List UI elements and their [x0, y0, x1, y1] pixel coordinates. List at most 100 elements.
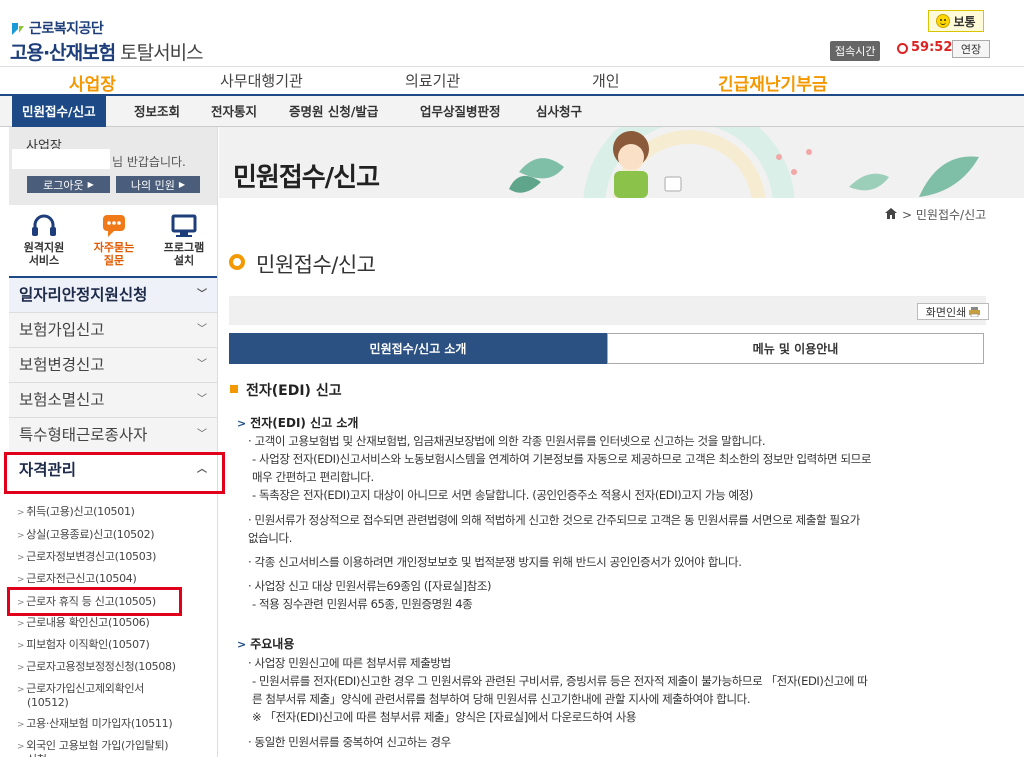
mood-label: 보통 — [953, 14, 976, 29]
paragraph-line: - 민원서류를 전자(EDI)신고한 경우 그 민원서류와 관련된 구비서류, … — [252, 674, 868, 688]
paragraph-line: · 민원서류가 정상적으로 접수되면 관련법령에 의해 적법하게 신고한 것으로… — [248, 513, 860, 527]
chevron-down-icon: ﹀ — [197, 429, 207, 440]
quick-program-install[interactable]: 프로그램 설치 — [152, 213, 216, 267]
site-title-bold: 고용·산재보험 — [10, 42, 116, 64]
lnb-sub-label: 상실(고용종료)신고(10502) — [26, 528, 155, 541]
subnav-certificate[interactable]: 증명원 신청/발급 — [279, 96, 388, 127]
bullet-icon: > — [17, 685, 25, 695]
lnb-sub-item[interactable]: > 고용·산재보험 미가입자(10511) — [17, 716, 173, 733]
paragraph-line: 른 첨부서류 제출」양식에 관련서류를 첨부하여 당해 민원서류 신고기한내에 … — [252, 692, 751, 706]
chevron-right-icon: > — [237, 638, 247, 651]
mood-indicator[interactable]: 보통 — [928, 10, 984, 32]
paragraph-line: - 적용 징수관련 민원서류 65종, 민원증명원 4종 — [252, 597, 473, 611]
quick-label-line2: 설치 — [173, 254, 195, 267]
lnb-sub-label: 피보험자 이직확인(10507) — [26, 638, 150, 651]
bullet-icon: > — [17, 742, 25, 752]
chevron-right-icon: ▶ — [178, 180, 186, 189]
bullet-icon: > — [17, 575, 25, 585]
bullet-icon: > — [17, 531, 25, 541]
tab-intro[interactable]: 민원접수/신고 소개 — [229, 333, 607, 364]
paragraph-line: · 사업장 신고 대상 민원서류는69종임 ([자료실]참조) — [248, 579, 492, 593]
chevron-down-icon: ﹀ — [197, 324, 207, 335]
lnb-sub-item[interactable]: > 상실(고용종료)신고(10502) — [17, 527, 155, 544]
tab-menu-guide[interactable]: 메뉴 및 이용안내 — [607, 333, 984, 364]
sub-navigation: 민원접수/신고 정보조회 전자통지 증명원 신청/발급 업무상질병판정 심사청구 — [0, 94, 1024, 127]
bullet-icon: > — [17, 619, 25, 629]
lnb-insurance-join[interactable]: 보험가입신고 ﹀ — [9, 313, 217, 348]
lnb-sub-label: 근로자가입신고제외확인서 — [26, 682, 145, 695]
lnb-sub-label: 근로자고용정보정정신청(10508) — [26, 660, 176, 673]
paragraph-line: · 사업장 민원신고에 따른 첨부서류 제출방법 — [248, 656, 451, 670]
subnav-info-lookup[interactable]: 정보조회 — [124, 96, 190, 127]
banner-title: 민원접수/신고 — [233, 163, 380, 193]
home-icon[interactable] — [885, 208, 897, 219]
chevron-down-icon: ﹀ — [197, 359, 207, 370]
quick-remote-support[interactable]: 원격지원 서비스 — [12, 213, 76, 267]
paragraph-line: - 사업장 전자(EDI)신고서비스와 노동보험시스템을 연계하여 기본정보를 … — [252, 452, 872, 466]
breadcrumb-separator: > — [902, 208, 916, 222]
gnb-disaster-donation[interactable]: 긴급재난기부금 — [718, 70, 827, 95]
lnb-sub-item[interactable]: > 근로자고용정보정정신청(10508) — [17, 659, 176, 676]
lnb-sub-item[interactable]: > 근로자정보변경신고(10503) — [17, 549, 156, 566]
gnb-medical[interactable]: 의료기관 — [405, 70, 460, 91]
bullet-icon: > — [17, 641, 25, 651]
headset-icon — [32, 214, 56, 236]
breadcrumb-current[interactable]: 민원접수/신고 — [916, 208, 986, 222]
lnb-sub-label: 근로자전근신고(10504) — [26, 572, 137, 585]
paragraph-line: 없습니다. — [248, 531, 292, 545]
chevron-down-icon: ﹀ — [197, 289, 207, 300]
lnb-sub-item[interactable]: > 근로자전근신고(10504) — [17, 571, 137, 588]
lnb-sub-item[interactable]: > 피보험자 이직확인(10507) — [17, 637, 150, 654]
faq-chat-icon — [103, 215, 125, 237]
subnav-complaint-report[interactable]: 민원접수/신고 — [12, 96, 106, 127]
lnb-label: 보험가입신고 — [19, 321, 105, 339]
session-timer: 59:52 — [911, 40, 953, 55]
quick-label-line1: 프로그램 — [163, 241, 205, 254]
lnb-sub-item-cont[interactable]: 신청 — [27, 752, 47, 757]
highlight-box — [7, 587, 182, 616]
site-title[interactable]: 고용·산재보험 토탈서비스 — [10, 38, 204, 65]
clock-icon — [897, 43, 908, 54]
page-title: 민원접수/신고 — [256, 253, 376, 277]
lnb-special-workers[interactable]: 특수형태근로종사자 ﹀ — [9, 418, 217, 453]
subnav-review-request[interactable]: 심사청구 — [526, 96, 592, 127]
section-title: 전자(EDI) 신고 — [246, 383, 342, 399]
lnb-insurance-termination[interactable]: 보험소멸신고 ﹀ — [9, 383, 217, 418]
subsection-title: > 전자(EDI) 신고 소개 — [237, 414, 358, 431]
smiley-icon — [936, 14, 951, 28]
my-complaints-button[interactable]: 나의 민원 ▶ — [116, 176, 200, 193]
printer-icon — [969, 306, 981, 317]
bullet-icon: > — [17, 663, 25, 673]
logout-button[interactable]: 로그아웃 ▶ — [27, 176, 110, 193]
lnb-sub-item-cont[interactable]: (10512) — [27, 695, 69, 710]
section-bullet-icon — [230, 385, 238, 393]
print-button[interactable]: 화면인쇄 — [917, 303, 989, 320]
header-divider — [0, 66, 1024, 67]
subsection-label: 전자(EDI) 신고 소개 — [250, 416, 359, 430]
lnb-insurance-change[interactable]: 보험변경신고 ﹀ — [9, 348, 217, 383]
quick-label-line1: 자주묻는 — [93, 241, 135, 254]
lnb-sub-item[interactable]: > 취득(고용)신고(10501) — [17, 504, 135, 521]
gnb-agency[interactable]: 사무대행기관 — [220, 70, 303, 91]
lnb-sub-label: 근로자정보변경신고(10503) — [26, 550, 157, 563]
paragraph-line: ※ 「전자(EDI)신고에 따른 첨부서류 제출」양식은 [자료실]에서 다운로… — [252, 710, 637, 724]
quick-label-line1: 원격지원 — [23, 241, 65, 254]
paragraph-line: · 고객이 고용보험법 및 산재보험법, 임금채권보장법에 의한 각종 민원서류… — [248, 434, 766, 448]
lnb-sub-item[interactable]: > 근로내용 확인신고(10506) — [17, 615, 150, 632]
lnb-job-stability[interactable]: 일자리안정지원신청 ﹀ — [9, 278, 217, 313]
chevron-down-icon: ﹀ — [197, 394, 207, 405]
subsection-title: > 주요내용 — [237, 635, 294, 652]
gnb-personal[interactable]: 개인 — [592, 70, 620, 91]
subnav-e-notice[interactable]: 전자통지 — [201, 96, 267, 127]
quick-faq[interactable]: 자주묻는 질문 — [82, 213, 146, 267]
highlight-box — [4, 452, 225, 494]
extend-session-button[interactable]: 연장 — [952, 40, 990, 58]
bullet-icon: > — [17, 720, 25, 730]
gnb-workplace[interactable]: 사업장 — [69, 70, 116, 95]
bullet-icon: > — [17, 508, 25, 518]
logout-label: 로그아웃 — [43, 178, 84, 192]
print-bar — [229, 297, 986, 325]
kcomwel-logo-icon — [12, 23, 24, 35]
subnav-disease-judgment[interactable]: 업무상질병판정 — [410, 96, 511, 127]
chevron-right-icon: > — [237, 417, 247, 430]
